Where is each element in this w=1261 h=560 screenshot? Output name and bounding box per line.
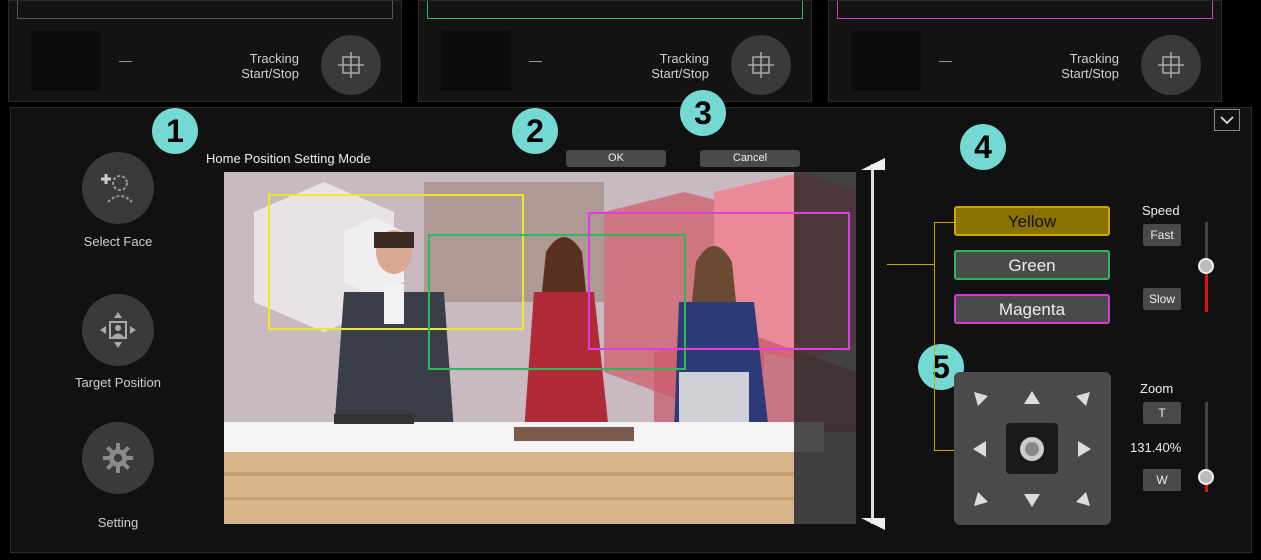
connector-line xyxy=(934,222,935,450)
tracking-panel-magenta: — Tracking Start/Stop xyxy=(828,0,1222,102)
subject-thumbnail xyxy=(31,31,101,91)
collapse-button[interactable] xyxy=(1214,109,1240,131)
arrow-left-icon xyxy=(973,440,986,457)
tracking-panel-green: — Tracking Start/Stop xyxy=(418,0,812,102)
zoom-tele-button[interactable]: T xyxy=(1143,402,1181,424)
home-dot-icon xyxy=(1020,436,1044,461)
yellow-select-button[interactable]: Yellow xyxy=(954,206,1110,236)
setting-label: Setting xyxy=(97,515,139,530)
setting-button[interactable] xyxy=(82,422,154,494)
callout-4: 4 xyxy=(960,124,1006,170)
subject-name: — xyxy=(529,53,542,68)
gear-icon xyxy=(103,443,133,473)
crosshair-icon xyxy=(1158,52,1184,78)
zoom-label: Zoom xyxy=(1140,381,1174,396)
scale-bottom-marker-icon xyxy=(861,518,885,530)
tracking-label: Tracking Start/Stop xyxy=(1061,51,1119,81)
target-position-label: Target Position xyxy=(75,375,161,390)
zoom-value: 131.40% xyxy=(1130,440,1182,455)
pan-tilt-up-left-button[interactable] xyxy=(954,372,1006,423)
callout-3: 3 xyxy=(680,90,726,136)
speed-label: Speed xyxy=(1142,203,1180,218)
callout-1: 1 xyxy=(152,108,198,154)
zoom-wide-button[interactable]: W xyxy=(1143,469,1181,491)
ok-button[interactable]: OK xyxy=(566,150,666,167)
tracking-start-stop-button[interactable] xyxy=(1141,35,1201,95)
panel-color-bar xyxy=(17,1,393,19)
pan-tilt-down-left-button[interactable] xyxy=(954,474,1006,525)
add-face-icon xyxy=(101,174,133,203)
speed-fast-button[interactable]: Fast xyxy=(1143,224,1181,246)
pan-tilt-pad xyxy=(954,372,1111,525)
subject-name: — xyxy=(119,53,132,68)
arrow-down-icon xyxy=(1024,493,1040,507)
speed-slow-button[interactable]: Slow xyxy=(1143,288,1181,310)
connector-line xyxy=(887,264,935,265)
subject-thumbnail xyxy=(441,31,511,91)
arrow-up-right-icon xyxy=(1076,391,1090,406)
connector-line xyxy=(934,222,954,223)
select-face-button[interactable] xyxy=(82,152,154,224)
tracking-label: Tracking Start/Stop xyxy=(241,51,299,81)
green-select-button[interactable]: Green xyxy=(954,250,1110,280)
panel-color-bar xyxy=(837,1,1213,19)
crosshair-icon xyxy=(338,52,364,78)
arrow-up-left-icon xyxy=(974,391,988,406)
tracking-panel-yellow: — Tracking Start/Stop xyxy=(8,0,402,102)
crosshair-icon xyxy=(748,52,774,78)
target-position-button[interactable] xyxy=(82,294,154,366)
pan-tilt-right-button[interactable] xyxy=(1058,423,1110,474)
camera-preview[interactable] xyxy=(224,172,856,524)
arrow-down-left-icon xyxy=(974,491,988,506)
zoom-slider-fill xyxy=(1205,484,1208,492)
callout-2: 2 xyxy=(512,108,558,154)
scale-top-marker-icon xyxy=(861,158,885,170)
page-title: Home Position Setting Mode xyxy=(206,151,371,166)
arrow-right-icon xyxy=(1078,440,1091,457)
speed-slider-knob[interactable] xyxy=(1198,258,1214,274)
subject-name: — xyxy=(939,53,952,68)
zoom-slider-knob[interactable] xyxy=(1198,469,1214,485)
tracking-start-stop-button[interactable] xyxy=(731,35,791,95)
magenta-select-button[interactable]: Magenta xyxy=(954,294,1110,324)
chevron-down-icon xyxy=(1220,116,1234,125)
tracking-start-stop-button[interactable] xyxy=(321,35,381,95)
tracking-label: Tracking Start/Stop xyxy=(651,51,709,81)
pan-tilt-home-button[interactable] xyxy=(1006,423,1058,474)
magenta-frame[interactable] xyxy=(588,212,850,350)
pan-tilt-up-button[interactable] xyxy=(1006,372,1058,423)
speed-slider-fill xyxy=(1205,268,1208,312)
connector-line xyxy=(934,450,954,451)
select-face-label: Select Face xyxy=(83,234,153,249)
arrow-down-right-icon xyxy=(1076,491,1090,506)
pan-tilt-up-right-button[interactable] xyxy=(1058,372,1110,423)
panel-color-bar xyxy=(427,1,803,19)
pan-tilt-down-right-button[interactable] xyxy=(1058,474,1110,525)
pan-tilt-down-button[interactable] xyxy=(1006,474,1058,525)
subject-thumbnail xyxy=(851,31,921,91)
arrow-up-icon xyxy=(1024,390,1040,404)
target-position-icon xyxy=(100,312,136,348)
pan-tilt-left-button[interactable] xyxy=(954,423,1006,474)
cancel-button[interactable]: Cancel xyxy=(700,150,800,167)
tilt-scale-bar[interactable] xyxy=(871,164,874,524)
